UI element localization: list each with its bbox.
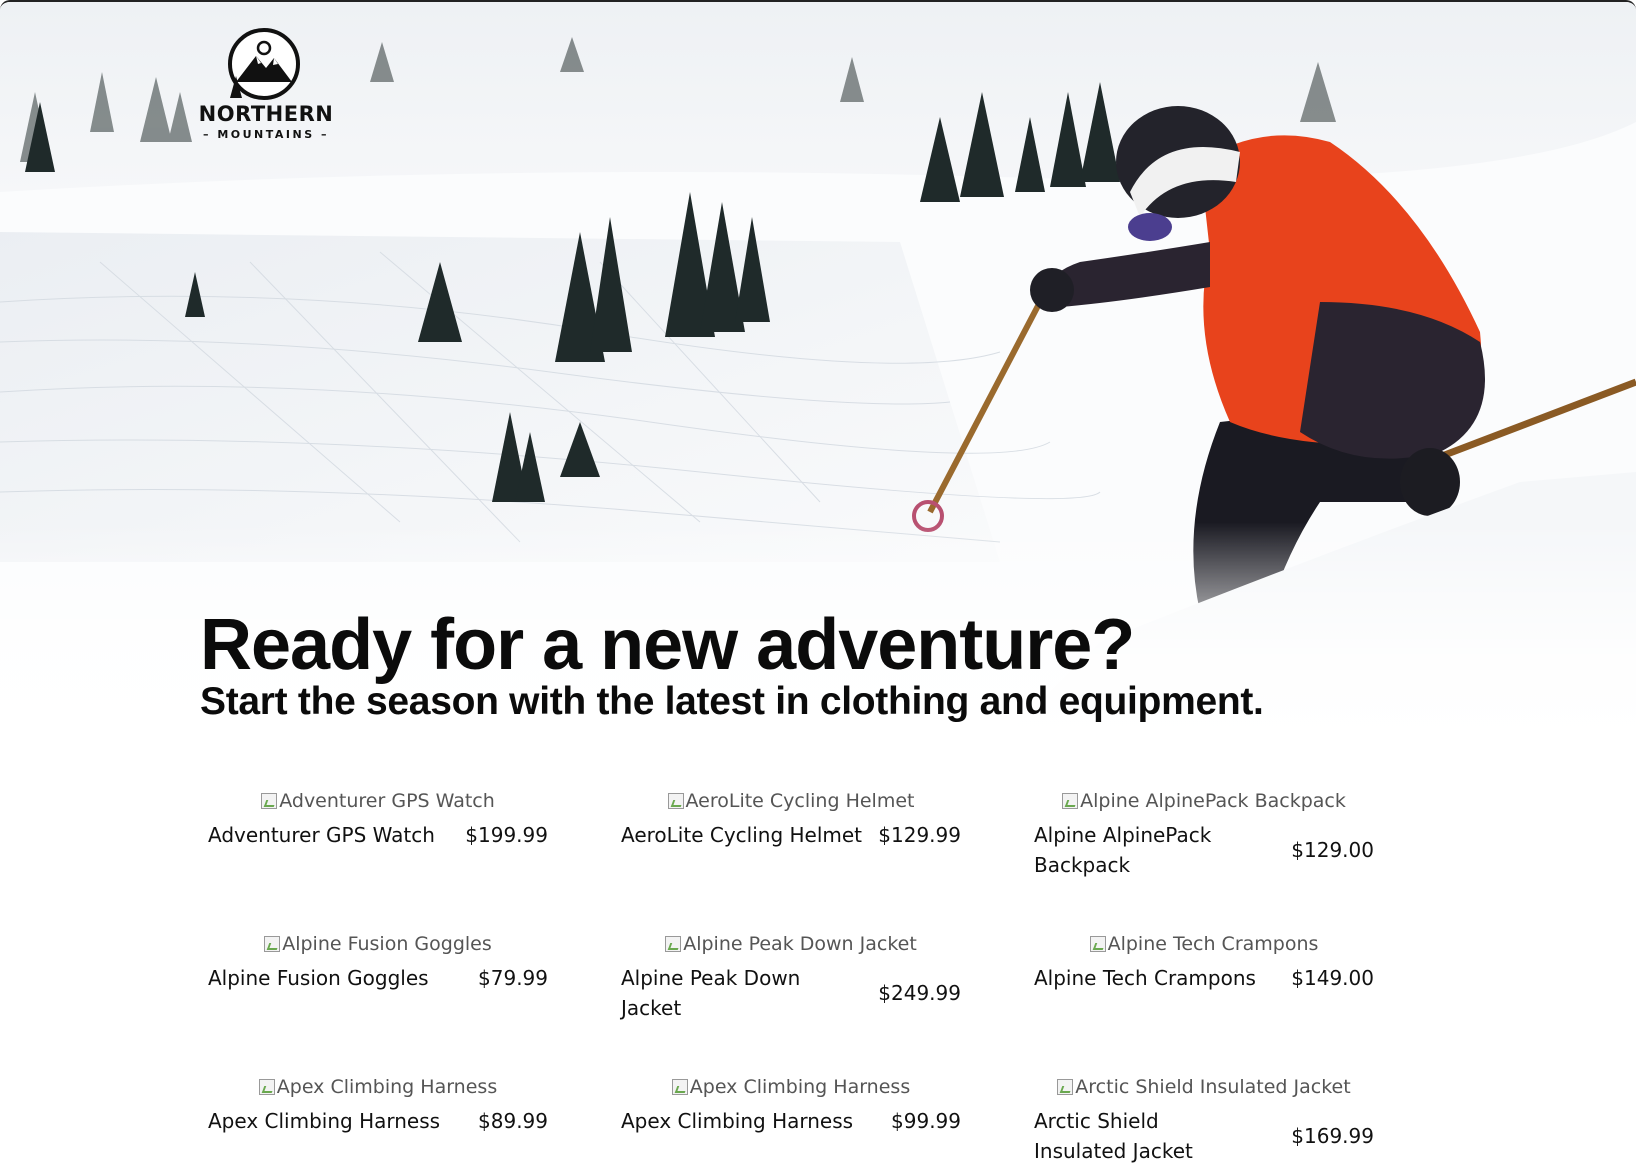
product-card[interactable]: Alpine Fusion Goggles Alpine Fusion Gogg… <box>208 931 548 993</box>
product-image[interactable]: Alpine AlpinePack Backpack <box>1034 788 1374 814</box>
product-name[interactable]: AeroLite Cycling Helmet <box>621 820 862 850</box>
product-card[interactable]: Arctic Shield Insulated Jacket Arctic Sh… <box>1034 1074 1374 1166</box>
brand-name: NORTHERN <box>198 102 334 126</box>
product-image-alt: Alpine Peak Down Jacket <box>683 933 917 955</box>
broken-image-icon <box>261 793 278 809</box>
product-price: $89.99 <box>478 1109 548 1133</box>
product-card[interactable]: Adventurer GPS Watch Adventurer GPS Watc… <box>208 788 548 850</box>
broken-image-icon <box>258 1079 275 1095</box>
product-card[interactable]: AeroLite Cycling Helmet AeroLite Cycling… <box>621 788 961 850</box>
broken-image-icon <box>667 793 684 809</box>
product-name[interactable]: Adventurer GPS Watch <box>208 820 435 850</box>
hero-subheadline: Start the season with the latest in clot… <box>200 680 1264 723</box>
product-name[interactable]: Alpine Fusion Goggles <box>208 963 429 993</box>
product-price: $199.99 <box>465 823 548 847</box>
broken-image-icon <box>671 1079 688 1095</box>
hero-headline: Ready for a new adventure? <box>200 605 1135 685</box>
product-price: $249.99 <box>878 981 961 1005</box>
mountain-logo-icon <box>228 28 300 100</box>
product-image-alt: Alpine Tech Crampons <box>1107 933 1319 955</box>
product-price: $129.99 <box>878 823 961 847</box>
product-image[interactable]: Arctic Shield Insulated Jacket <box>1034 1074 1374 1100</box>
product-image-alt: AeroLite Cycling Helmet <box>685 790 915 812</box>
product-card[interactable]: Alpine Peak Down Jacket Alpine Peak Down… <box>621 931 961 1023</box>
product-image-alt: Alpine Fusion Goggles <box>282 933 492 955</box>
hero-banner: NORTHERN – MOUNTAINS – Ready for a new a… <box>0 2 1636 742</box>
product-image-alt: Adventurer GPS Watch <box>279 790 495 812</box>
product-name[interactable]: Alpine Tech Crampons <box>1034 963 1256 993</box>
product-name[interactable]: Arctic Shield Insulated Jacket <box>1034 1106 1254 1166</box>
product-image-alt: Arctic Shield Insulated Jacket <box>1075 1076 1351 1098</box>
product-image[interactable]: Apex Climbing Harness <box>208 1074 548 1100</box>
broken-image-icon <box>1089 936 1106 952</box>
broken-image-icon <box>264 936 281 952</box>
page: NORTHERN – MOUNTAINS – Ready for a new a… <box>0 0 1636 1172</box>
product-card[interactable]: Alpine AlpinePack Backpack Alpine Alpine… <box>1034 788 1374 880</box>
product-image-alt: Apex Climbing Harness <box>689 1076 911 1098</box>
product-price: $79.99 <box>478 966 548 990</box>
product-image-alt: Apex Climbing Harness <box>276 1076 498 1098</box>
product-image[interactable]: AeroLite Cycling Helmet <box>621 788 961 814</box>
brand-tagline: – MOUNTAINS – <box>202 128 329 141</box>
product-image[interactable]: Alpine Tech Crampons <box>1034 931 1374 957</box>
broken-image-icon <box>1057 1079 1074 1095</box>
product-price: $129.00 <box>1291 838 1374 862</box>
product-name[interactable]: Alpine Peak Down Jacket <box>621 963 821 1023</box>
product-card[interactable]: Apex Climbing Harness Apex Climbing Harn… <box>621 1074 961 1136</box>
product-image[interactable]: Alpine Peak Down Jacket <box>621 931 961 957</box>
product-price: $149.00 <box>1291 966 1374 990</box>
product-image[interactable]: Alpine Fusion Goggles <box>208 931 548 957</box>
broken-image-icon <box>665 936 682 952</box>
product-name[interactable]: Apex Climbing Harness <box>208 1106 440 1136</box>
brand-tagline-text: MOUNTAINS <box>217 128 315 141</box>
product-card[interactable]: Apex Climbing Harness Apex Climbing Harn… <box>208 1074 548 1136</box>
product-image[interactable]: Apex Climbing Harness <box>621 1074 961 1100</box>
brand-logo[interactable]: NORTHERN – MOUNTAINS – <box>198 26 334 144</box>
product-price: $169.99 <box>1291 1124 1374 1148</box>
product-image-alt: Alpine AlpinePack Backpack <box>1080 790 1346 812</box>
product-image[interactable]: Adventurer GPS Watch <box>208 788 548 814</box>
broken-image-icon <box>1062 793 1079 809</box>
product-name[interactable]: Apex Climbing Harness <box>621 1106 853 1136</box>
product-price: $99.99 <box>891 1109 961 1133</box>
product-name[interactable]: Alpine AlpinePack Backpack <box>1034 820 1244 880</box>
product-card[interactable]: Alpine Tech Crampons Alpine Tech Crampon… <box>1034 931 1374 993</box>
